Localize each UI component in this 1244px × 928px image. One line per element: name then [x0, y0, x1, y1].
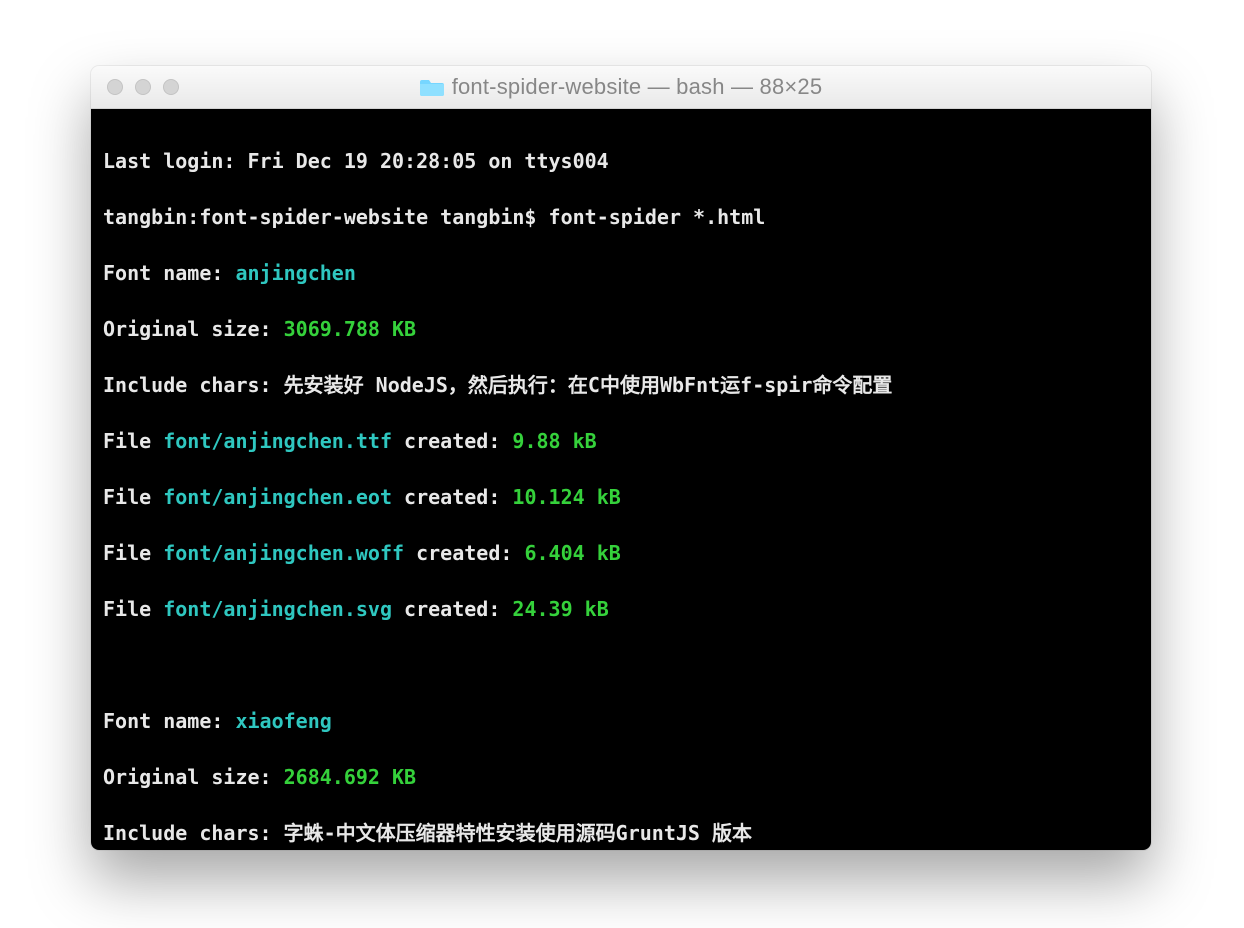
font-name-line: Font name: anjingchen	[103, 259, 1139, 287]
blank-line	[103, 651, 1139, 679]
file-line: File font/anjingchen.svg created: 24.39 …	[103, 595, 1139, 623]
folder-icon	[420, 77, 444, 97]
original-size-line: Original size: 2684.692 KB	[103, 763, 1139, 791]
titlebar[interactable]: font-spider-website — bash — 88×25	[91, 66, 1151, 109]
terminal-body[interactable]: Last login: Fri Dec 19 20:28:05 on ttys0…	[91, 109, 1151, 850]
minimize-button[interactable]	[135, 79, 151, 95]
window-title: font-spider-website — bash — 88×25	[452, 74, 823, 100]
close-button[interactable]	[107, 79, 123, 95]
last-login-line: Last login: Fri Dec 19 20:28:05 on ttys0…	[103, 147, 1139, 175]
terminal-window: font-spider-website — bash — 88×25 Last …	[91, 66, 1151, 850]
zoom-button[interactable]	[163, 79, 179, 95]
title-wrap: font-spider-website — bash — 88×25	[91, 74, 1151, 100]
file-line: File font/anjingchen.eot created: 10.124…	[103, 483, 1139, 511]
original-size-line: Original size: 3069.788 KB	[103, 315, 1139, 343]
file-line: File font/anjingchen.ttf created: 9.88 k…	[103, 427, 1139, 455]
command-line: tangbin:font-spider-website tangbin$ fon…	[103, 203, 1139, 231]
traffic-lights	[91, 79, 179, 95]
include-chars-line: Include chars: 字蛛-中文体压缩器特性安装使用源码GruntJS …	[103, 819, 1139, 847]
include-chars-line: Include chars: 先安装好 NodeJS，然后执行：在C中使用WbF…	[103, 371, 1139, 399]
font-name-line: Font name: xiaofeng	[103, 707, 1139, 735]
file-line: File font/anjingchen.woff created: 6.404…	[103, 539, 1139, 567]
